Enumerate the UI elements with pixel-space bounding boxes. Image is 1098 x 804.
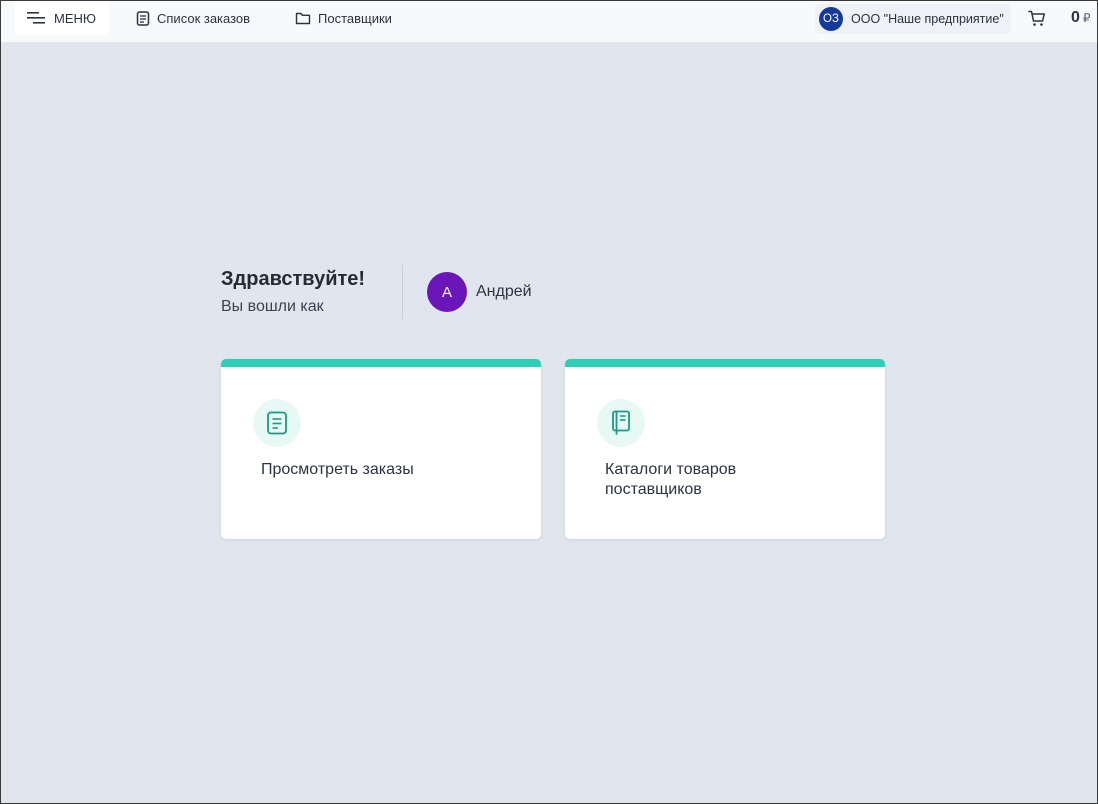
- supplier-catalogs-card[interactable]: Каталоги товаров поставщиков: [565, 359, 885, 539]
- user-name: Андрей: [476, 283, 532, 300]
- document-icon: [267, 411, 287, 435]
- folder-icon: [295, 12, 311, 25]
- view-orders-label: Просмотреть заказы: [261, 461, 414, 478]
- menu-label: МЕНЮ: [54, 10, 97, 26]
- supplier-catalogs-label: Каталоги товаров поставщиков: [605, 461, 737, 498]
- user-avatar: А: [427, 272, 467, 312]
- menu-button[interactable]: МЕНЮ: [15, 1, 109, 35]
- org-name: ООО "Наше предприятие": [851, 12, 1004, 26]
- greeting-subtitle: Вы вошли как: [221, 298, 324, 315]
- nav-orders-link[interactable]: Список заказов: [136, 1, 250, 35]
- nav-orders-label: Список заказов: [157, 10, 251, 26]
- top-bar: МЕНЮ Список заказов Поставщики ОЗ ООО "Н…: [1, 1, 1097, 43]
- document-icon: [136, 10, 150, 26]
- hamburger-icon: [27, 12, 45, 24]
- cart-total[interactable]: 0 ₽: [1071, 9, 1091, 27]
- cart-total-value: 0: [1071, 9, 1080, 26]
- org-avatar: ОЗ: [819, 7, 843, 31]
- organization-selector[interactable]: ОЗ ООО "Наше предприятие": [815, 4, 1011, 34]
- currency-symbol: ₽: [1082, 11, 1091, 25]
- view-orders-card[interactable]: Просмотреть заказы: [221, 359, 541, 539]
- cart-icon[interactable]: [1028, 10, 1046, 27]
- nav-suppliers-label: Поставщики: [318, 10, 392, 26]
- card-icon-circle: [253, 399, 301, 447]
- nav-suppliers-link[interactable]: Поставщики: [295, 1, 392, 35]
- greeting-divider: [402, 265, 403, 319]
- card-icon-circle: [597, 399, 645, 447]
- greeting-title: Здравствуйте!: [221, 268, 366, 290]
- catalog-book-icon: [612, 410, 630, 435]
